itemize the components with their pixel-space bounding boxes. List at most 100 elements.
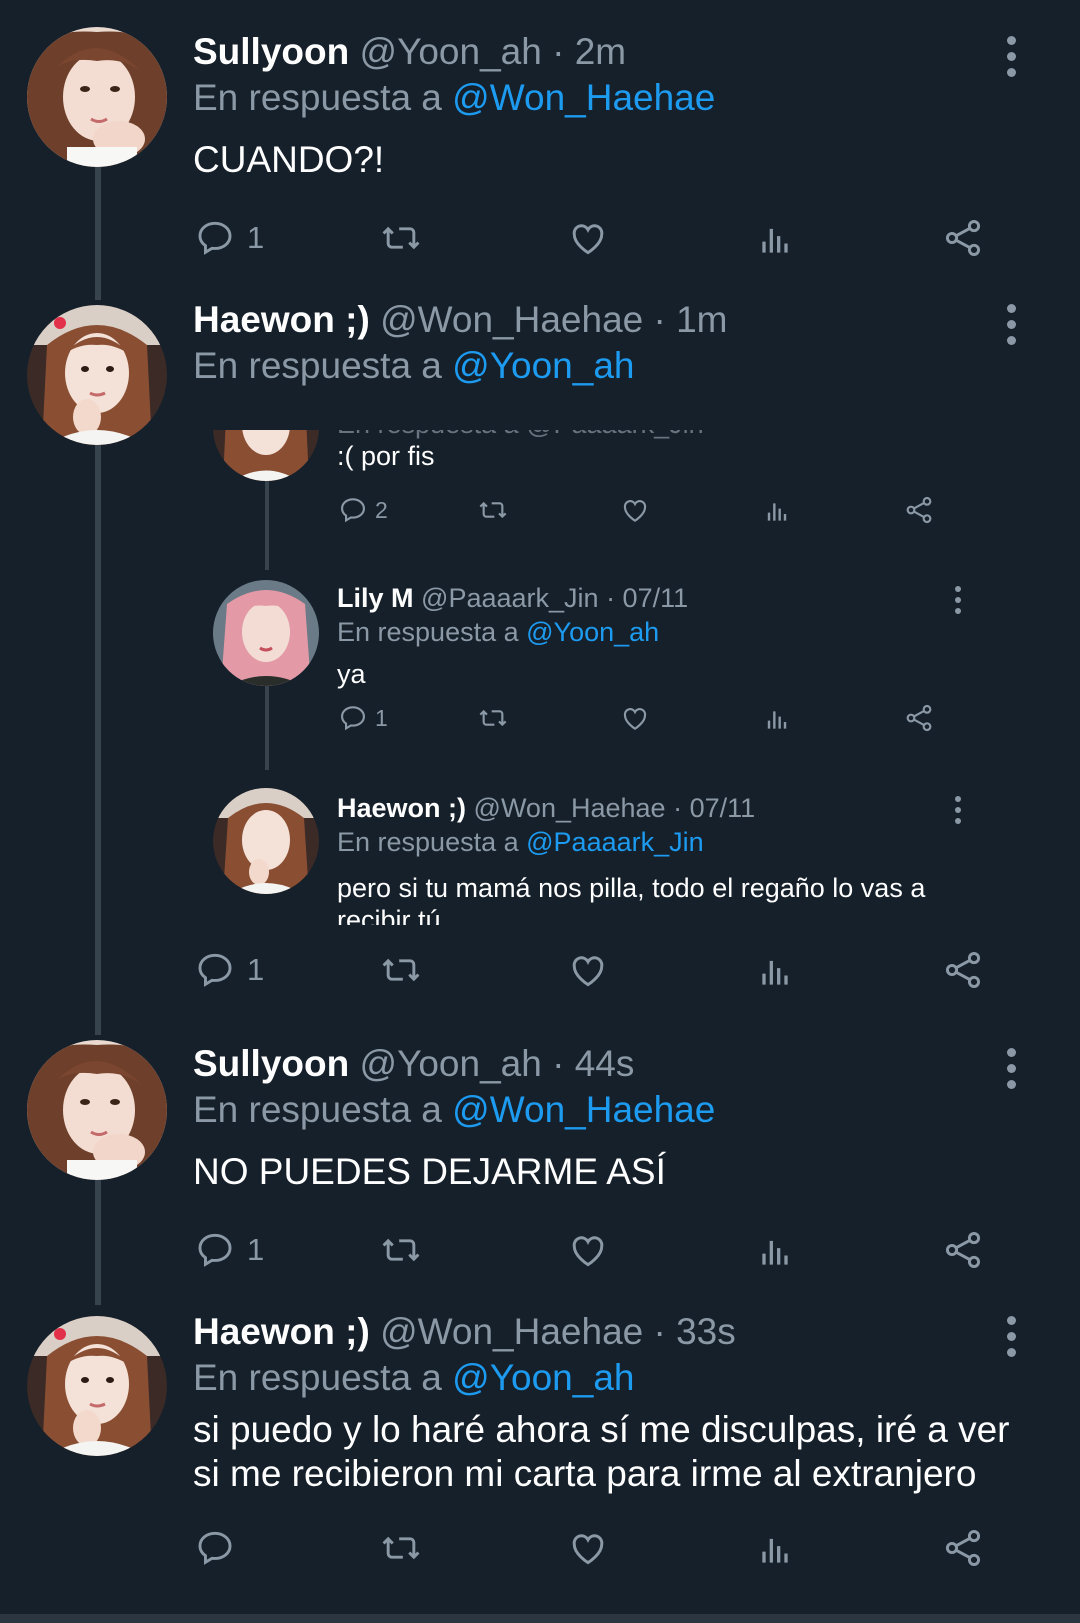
reply-mention[interactable]: @Yoon_ah: [452, 1357, 634, 1398]
display-name[interactable]: Sullyoon: [193, 1043, 349, 1084]
embed-tweet-text: ya: [337, 659, 366, 689]
avatar-sullyoon[interactable]: [27, 1040, 167, 1180]
like-button[interactable]: [619, 700, 651, 736]
reply-button[interactable]: 2: [337, 492, 388, 528]
action-bar: 1: [193, 213, 1023, 263]
avatar-haewon[interactable]: [27, 1316, 167, 1456]
reply-context: En respuesta a @Yoon_ah: [193, 344, 634, 388]
reply-context: En respuesta a @Yoon_ah: [337, 616, 659, 648]
speech-bubble-icon: [198, 953, 232, 987]
timestamp[interactable]: · 07/11: [673, 793, 755, 823]
retweet-icon: [382, 958, 420, 982]
reply-mention[interactable]: @Paaaark_Jin: [526, 827, 704, 857]
retweet-icon: [382, 1238, 420, 1262]
reply-mention[interactable]: @Won_Haehae: [452, 77, 715, 118]
reply-button[interactable]: 1: [193, 213, 264, 263]
heart-icon: [623, 708, 647, 730]
like-button[interactable]: [566, 945, 610, 995]
avatar: [213, 430, 319, 481]
user-handle[interactable]: @Won_Haehae: [380, 1311, 643, 1352]
user-handle[interactable]: @Yoon_ah: [360, 31, 542, 72]
avatar-haewon[interactable]: [213, 788, 319, 894]
more-vertical-icon[interactable]: [1006, 304, 1018, 352]
user-handle[interactable]: @Yoon_ah: [360, 1043, 542, 1084]
share-button[interactable]: [941, 213, 985, 263]
display-name[interactable]: Sullyoon: [193, 31, 349, 72]
views-button[interactable]: [753, 213, 797, 263]
embed-tweet-header: Haewon ;) @Won_Haehae · 07/11: [337, 792, 755, 824]
tweet[interactable]: Haewon ;) @Won_Haehae · 33s En respuesta…: [0, 1290, 1080, 1614]
user-handle[interactable]: @Won_Haehae: [380, 299, 643, 340]
more-vertical-icon[interactable]: [1006, 36, 1018, 84]
heart-icon: [572, 224, 604, 255]
retweet-button[interactable]: [379, 945, 423, 995]
reply-mention[interactable]: @Won_Haehae: [452, 1089, 715, 1130]
more-vertical-icon[interactable]: [955, 796, 963, 829]
share-icon: [906, 704, 932, 732]
heart-icon: [623, 500, 647, 522]
reply-prefix: En respuesta a: [193, 345, 442, 386]
avatar-sullyoon[interactable]: [27, 27, 167, 167]
views-button[interactable]: [753, 945, 797, 995]
avatar-lily-m[interactable]: [213, 580, 319, 686]
action-bar: 2: [337, 492, 957, 528]
like-button[interactable]: [566, 1225, 610, 1275]
retweet-button[interactable]: [379, 1225, 423, 1275]
user-handle[interactable]: @Won_Haehae: [474, 793, 666, 823]
display-name[interactable]: Lily M: [337, 583, 414, 613]
tweet-header: Sullyoon @Yoon_ah · 44s: [193, 1042, 634, 1086]
more-vertical-icon[interactable]: [955, 586, 963, 619]
avatar-haewon[interactable]: [27, 305, 167, 445]
reply-button[interactable]: 1: [337, 700, 388, 736]
reply-prefix: En respuesta a: [193, 1089, 442, 1130]
tweet[interactable]: Sullyoon @Yoon_ah · 44s En respuesta a @…: [0, 1010, 1080, 1290]
like-button[interactable]: [566, 213, 610, 263]
more-vertical-icon[interactable]: [1006, 1048, 1018, 1096]
share-button[interactable]: [941, 1523, 985, 1573]
like-button[interactable]: [566, 1523, 610, 1573]
reply-button[interactable]: [193, 1523, 237, 1573]
retweet-button[interactable]: [379, 213, 423, 263]
timestamp[interactable]: · 1m: [654, 299, 728, 340]
embedded-screenshot[interactable]: En respuesta a @Paaaark_Jin :( por fis 2…: [0, 430, 1080, 925]
like-button[interactable]: [619, 492, 651, 528]
reply-context: En respuesta a @Won_Haehae: [193, 1088, 715, 1132]
retweet-button[interactable]: [477, 492, 509, 528]
display-name[interactable]: Haewon ;): [193, 299, 370, 340]
heart-icon: [572, 956, 604, 987]
share-button[interactable]: [903, 492, 935, 528]
reply-mention[interactable]: @Yoon_ah: [526, 617, 659, 647]
views-button[interactable]: [753, 1523, 797, 1573]
reply-button[interactable]: 1: [193, 1225, 264, 1275]
retweet-icon: [382, 1536, 420, 1560]
reply-mention[interactable]: @Yoon_ah: [452, 345, 634, 386]
timestamp[interactable]: · 2m: [552, 31, 626, 72]
share-button[interactable]: [941, 1225, 985, 1275]
embed-tweet-text: :( por fis: [337, 441, 435, 471]
share-button[interactable]: [903, 700, 935, 736]
share-button[interactable]: [941, 945, 985, 995]
timestamp[interactable]: · 33s: [654, 1311, 736, 1352]
reply-context-cut: En respuesta a @Paaaark_Jin: [337, 430, 704, 440]
display-name[interactable]: Haewon ;): [337, 793, 466, 823]
reply-count: 1: [375, 704, 388, 731]
more-vertical-icon[interactable]: [1006, 1316, 1018, 1364]
retweet-button[interactable]: [477, 700, 509, 736]
bar-chart-icon: [762, 960, 788, 985]
tweet-text: NO PUEDES DEJARME ASÍ: [193, 1151, 666, 1192]
tweet[interactable]: Sullyoon @Yoon_ah · 2m En respuesta a @W…: [0, 0, 1080, 290]
views-button[interactable]: [753, 1225, 797, 1275]
reply-context: En respuesta a @Paaaark_Jin: [337, 826, 704, 858]
retweet-button[interactable]: [379, 1523, 423, 1573]
tweet-text: CUANDO?!: [193, 139, 385, 180]
speech-bubble-icon: [198, 1233, 232, 1267]
views-button[interactable]: [761, 700, 793, 736]
views-button[interactable]: [761, 492, 793, 528]
reply-button[interactable]: 1: [193, 945, 264, 995]
user-handle[interactable]: @Paaaark_Jin: [421, 583, 599, 613]
timestamp[interactable]: · 07/11: [606, 583, 688, 613]
timestamp[interactable]: · 44s: [552, 1043, 634, 1084]
embed-tweet-header: Lily M @Paaaark_Jin · 07/11: [337, 582, 688, 614]
bar-chart-icon: [762, 1240, 788, 1265]
display-name[interactable]: Haewon ;): [193, 1311, 370, 1352]
